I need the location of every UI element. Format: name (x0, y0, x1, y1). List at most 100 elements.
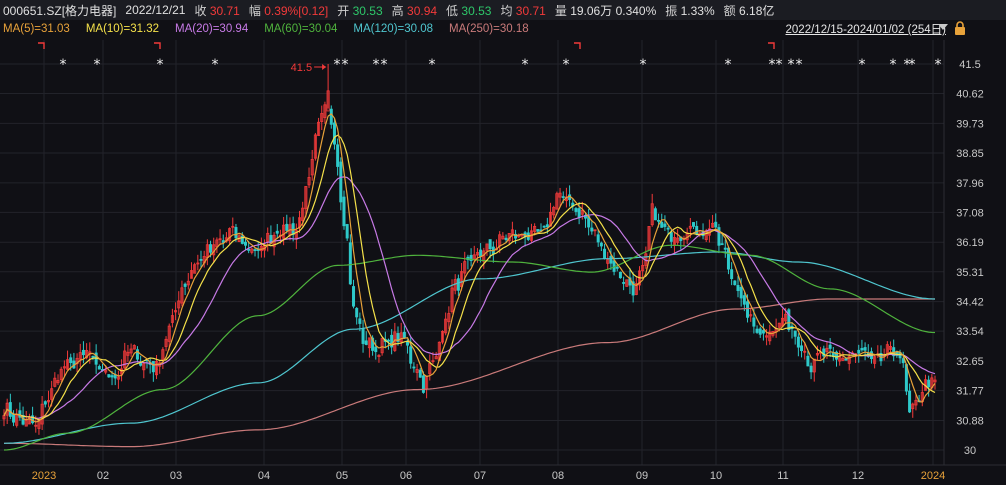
event-star-icon[interactable]: * (563, 57, 570, 73)
candle-body (669, 232, 673, 242)
event-flag-icon[interactable] (768, 42, 775, 49)
candle-body (275, 230, 279, 234)
event-star-icon[interactable]: * (334, 57, 341, 73)
event-star-icon[interactable]: * (796, 57, 803, 73)
candlestick-chart[interactable]: 41.5 40.62 39.73 38.85 37.96 37.08 36.19 35.31 3… (0, 0, 1006, 485)
y-tick-label: 33.54 (956, 326, 984, 338)
candle-body (736, 285, 740, 291)
event-star-icon[interactable]: * (381, 57, 388, 73)
candle-body (110, 375, 114, 378)
y-tick-label: 39.73 (956, 118, 984, 130)
candle-body (787, 309, 791, 330)
y-tick-label: 34.42 (956, 297, 984, 309)
event-star-icon[interactable]: * (788, 57, 795, 73)
max-price-label: 41.5 (291, 62, 312, 74)
candle-body (199, 259, 203, 261)
candle-body (364, 340, 368, 345)
event-star-icon[interactable]: * (890, 57, 897, 73)
ma120-line (3, 251, 936, 444)
kline-chart-window: 000651.SZ[格力电器] 2022/12/21 收 30.71 幅 0.3… (0, 0, 1006, 485)
y-tick-label: 30.88 (956, 415, 984, 427)
candle-body (714, 221, 718, 228)
candle-body (209, 244, 213, 253)
y-tick-label: 37.96 (956, 178, 984, 190)
candle-body (456, 278, 460, 291)
candle-body (796, 336, 800, 348)
x-tick-label: 02 (97, 470, 109, 482)
candle-body (418, 369, 422, 378)
event-star-icon[interactable]: * (522, 57, 529, 73)
candle-body (599, 242, 603, 247)
event-star-icon[interactable]: * (776, 57, 783, 73)
x-tick-label: 12 (852, 470, 864, 482)
y-tick-label: 36.19 (956, 237, 984, 249)
x-tick-label: 05 (336, 470, 348, 482)
candle-body (386, 339, 390, 342)
candle-body (342, 196, 346, 227)
candle-body (927, 379, 931, 388)
event-star-icon[interactable]: * (94, 57, 101, 73)
event-star-icon[interactable]: * (640, 57, 647, 73)
event-flag-icon[interactable] (574, 42, 581, 49)
candle-body (336, 144, 340, 167)
y-tick-label: 41.5 (959, 59, 980, 71)
event-star-icon[interactable]: * (935, 57, 942, 73)
candle-body (339, 161, 343, 203)
candle-body (285, 223, 289, 231)
candle-body (561, 196, 565, 198)
event-flag-icon[interactable] (154, 42, 161, 49)
candle-body (12, 414, 16, 423)
candle-body (663, 223, 667, 227)
candle-body (806, 355, 810, 367)
candle-body (809, 365, 813, 373)
candle-body (596, 234, 600, 243)
y-tick-label: 30 (964, 445, 976, 457)
ma60-line (3, 244, 936, 451)
grid (0, 40, 944, 465)
candle-body (860, 348, 864, 351)
candle-body (828, 344, 832, 349)
candle-body (590, 227, 594, 232)
candle-body (844, 358, 848, 361)
candle-body (761, 330, 765, 334)
candle-body (91, 355, 95, 358)
candle-body (291, 223, 295, 235)
event-flag-icon[interactable] (38, 42, 45, 49)
y-tick-label: 37.08 (956, 207, 984, 219)
x-tick-label: 11 (777, 470, 788, 482)
candle-body (622, 282, 626, 284)
event-star-icon[interactable]: * (342, 57, 349, 73)
candle-body (536, 229, 540, 232)
candle-body (733, 280, 737, 286)
candle-body (746, 301, 750, 318)
candle-body (409, 346, 413, 364)
candle-body (412, 366, 416, 369)
candle-body (81, 349, 85, 356)
candle-body (863, 347, 867, 351)
event-star-icon[interactable]: * (769, 57, 776, 73)
event-star-icon[interactable]: * (60, 57, 67, 73)
candle-body (542, 225, 546, 228)
x-tick-label: 07 (474, 470, 486, 482)
candle-body (479, 249, 483, 257)
event-star-icon[interactable]: * (429, 57, 436, 73)
event-star-icon[interactable]: * (859, 57, 866, 73)
candle-body (374, 346, 378, 353)
candle-body (345, 224, 349, 239)
event-star-icon[interactable]: * (212, 57, 219, 73)
candle-body (107, 374, 111, 378)
y-tick-label: 35.31 (956, 267, 984, 279)
candle-body (361, 327, 365, 344)
x-tick-label: 06 (400, 470, 412, 482)
event-star-icon[interactable]: * (725, 57, 732, 73)
event-star-icon[interactable]: * (373, 57, 380, 73)
x-tick-label: 2024 (921, 470, 945, 482)
candle-body (742, 295, 746, 305)
candle-body (151, 361, 155, 373)
event-star-icon[interactable]: * (157, 57, 164, 73)
candle-body (800, 345, 804, 352)
candle-body (752, 317, 756, 327)
event-star-icon[interactable]: * (909, 57, 916, 73)
x-tick-label: 10 (710, 470, 722, 482)
max-arrow-head (322, 64, 327, 70)
